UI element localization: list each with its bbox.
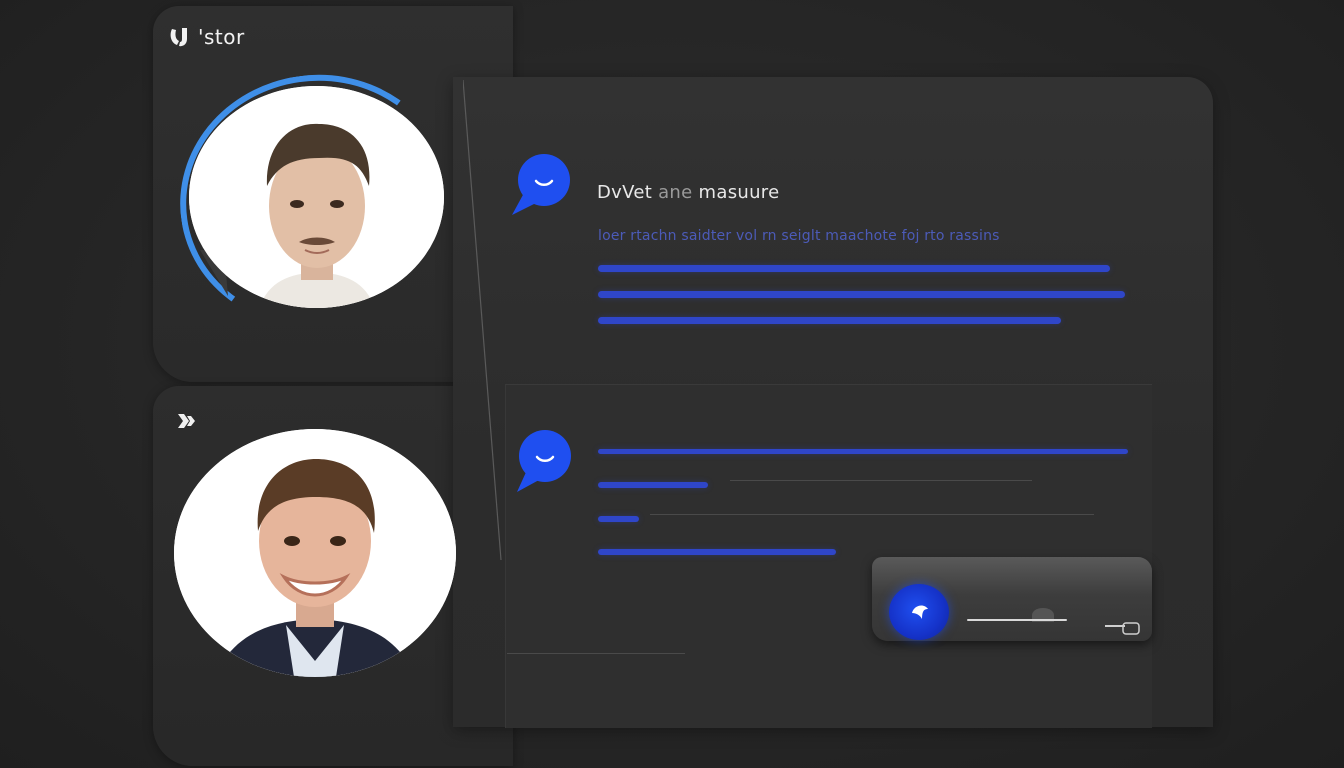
send-icon bbox=[912, 605, 928, 619]
reply-line-4 bbox=[598, 549, 836, 555]
person-photo-1 bbox=[189, 86, 444, 308]
reply-divider-2 bbox=[650, 514, 1094, 515]
reply-line-3 bbox=[598, 516, 639, 522]
avatar-contact-1[interactable] bbox=[189, 86, 444, 308]
reply-divider-1 bbox=[730, 480, 1032, 481]
reply-divider-3 bbox=[507, 653, 685, 654]
brand-name: 'stor bbox=[198, 25, 245, 49]
conversation-title: DvVet ane masuure bbox=[597, 182, 780, 203]
reply-line-1 bbox=[598, 449, 1128, 454]
attach-toggle-icon[interactable] bbox=[1105, 622, 1141, 636]
avatar-contact-2[interactable] bbox=[174, 429, 456, 677]
title-part-c: masuure bbox=[698, 182, 780, 203]
chevron-logo-icon[interactable] bbox=[175, 410, 197, 432]
message-line-1 bbox=[598, 265, 1110, 272]
panel-divider bbox=[463, 80, 502, 560]
app-window: 'stor DvVet ane masuure loer rtachn said… bbox=[0, 0, 1344, 768]
conversation-subtitle: loer rtachn saidter vol rn seiglt maacho… bbox=[598, 228, 1000, 244]
person-photo-2 bbox=[174, 429, 456, 677]
title-part-b: ane bbox=[658, 182, 693, 203]
brand-header[interactable]: 'stor bbox=[168, 25, 245, 49]
message-line-2 bbox=[598, 291, 1125, 298]
title-part-a: DvVet bbox=[597, 182, 653, 203]
message-line-3 bbox=[598, 317, 1061, 324]
conversation-panel-lower bbox=[505, 384, 1152, 728]
reply-line-2 bbox=[598, 482, 708, 488]
message-input[interactable] bbox=[967, 619, 1067, 621]
send-button[interactable] bbox=[889, 584, 949, 640]
chat-bubble-smile-icon[interactable] bbox=[510, 153, 572, 219]
brand-logo-icon bbox=[170, 28, 187, 47]
chat-bubble-smile-icon[interactable] bbox=[515, 430, 577, 496]
